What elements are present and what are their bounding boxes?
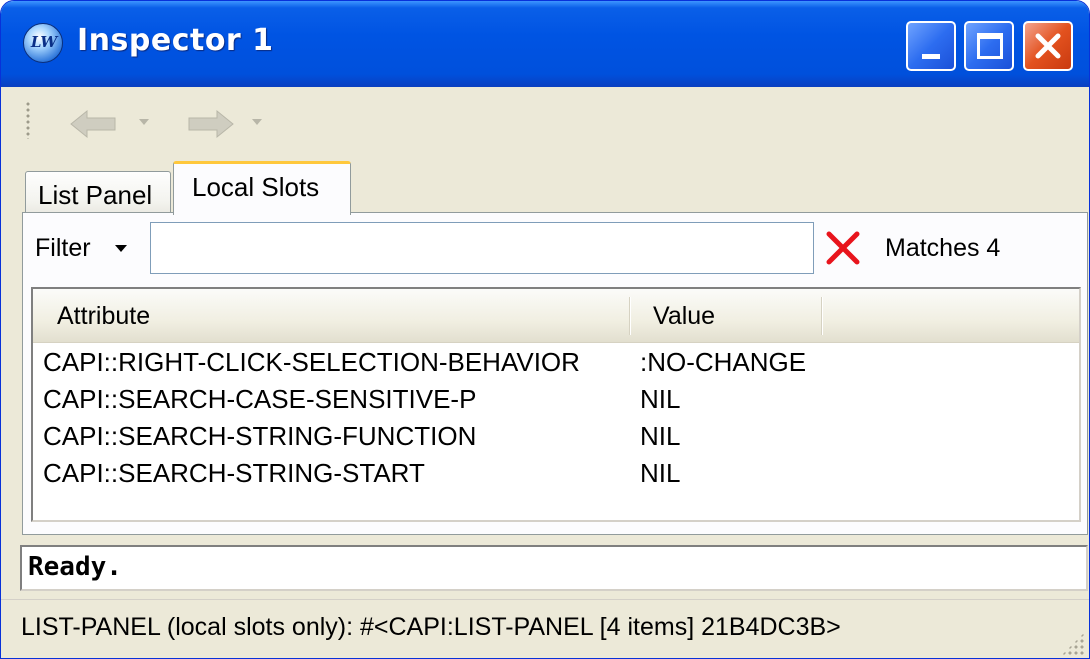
tab-local-slots[interactable]: Local Slots	[173, 161, 351, 215]
slots-list[interactable]: Attribute Value CAPI::RIGHT-CLICK-SELECT…	[31, 287, 1081, 522]
list-item[interactable]: CAPI::RIGHT-CLICK-SELECTION-BEHAVIOR :NO…	[33, 345, 1079, 382]
back-dropdown-icon[interactable]	[137, 117, 151, 127]
toolbar	[1, 87, 1089, 157]
value-cell: :NO-CHANGE	[640, 347, 807, 377]
local-slots-panel: Filter Matches 4 Attribute Value CAPI::R…	[22, 212, 1088, 535]
inspector-window: LW Inspector 1 List Panel Local Slots Fi…	[0, 0, 1090, 659]
lispworks-icon[interactable]: LW	[23, 23, 63, 63]
attribute-cell: CAPI::SEARCH-STRING-FUNCTION	[43, 421, 477, 451]
window-title: Inspector 1	[77, 23, 274, 58]
list-item[interactable]: CAPI::SEARCH-STRING-START NIL	[33, 456, 1079, 493]
column-header-attribute[interactable]: Attribute	[57, 302, 150, 331]
echo-area[interactable]: Ready.	[20, 545, 1088, 591]
maximize-button[interactable]	[964, 21, 1014, 71]
title-bar[interactable]: LW Inspector 1	[1, 1, 1089, 87]
toolbar-grip[interactable]	[25, 101, 31, 139]
list-item[interactable]: CAPI::SEARCH-STRING-FUNCTION NIL	[33, 419, 1079, 456]
value-cell: NIL	[640, 421, 681, 451]
list-header: Attribute Value	[33, 289, 1079, 343]
close-button[interactable]	[1023, 21, 1073, 71]
tab-strip: List Panel Local Slots	[1, 157, 1089, 215]
list-item[interactable]: CAPI::SEARCH-CASE-SENSITIVE-P NIL	[33, 382, 1079, 419]
filter-label[interactable]: Filter	[35, 234, 91, 263]
minimize-button[interactable]	[906, 21, 956, 71]
status-text: LIST-PANEL (local slots only): #<CAPI:LI…	[21, 613, 841, 641]
value-cell: NIL	[640, 384, 681, 414]
column-header-value[interactable]: Value	[653, 302, 715, 331]
forward-arrow-icon[interactable]	[185, 109, 235, 139]
tab-list-panel[interactable]: List Panel	[25, 171, 171, 215]
matches-count: Matches 4	[885, 234, 1001, 262]
column-divider[interactable]	[821, 297, 823, 335]
back-arrow-icon[interactable]	[69, 109, 119, 139]
column-divider[interactable]	[629, 297, 631, 335]
resize-grip-icon[interactable]	[1061, 632, 1085, 656]
filter-dropdown-icon[interactable]	[115, 245, 127, 252]
list-rows: CAPI::RIGHT-CLICK-SELECTION-BEHAVIOR :NO…	[33, 345, 1079, 493]
attribute-cell: CAPI::RIGHT-CLICK-SELECTION-BEHAVIOR	[43, 347, 580, 377]
attribute-cell: CAPI::SEARCH-STRING-START	[43, 458, 425, 488]
close-icon	[1035, 33, 1061, 59]
status-bar: LIST-PANEL (local slots only): #<CAPI:LI…	[1, 599, 1089, 658]
maximize-icon	[977, 33, 1003, 59]
attribute-cell: CAPI::SEARCH-CASE-SENSITIVE-P	[43, 384, 477, 414]
forward-dropdown-icon[interactable]	[250, 117, 264, 127]
value-cell: NIL	[640, 458, 681, 488]
clear-filter-icon[interactable]	[823, 228, 863, 268]
minimize-icon	[922, 54, 940, 59]
filter-input[interactable]	[150, 222, 814, 274]
